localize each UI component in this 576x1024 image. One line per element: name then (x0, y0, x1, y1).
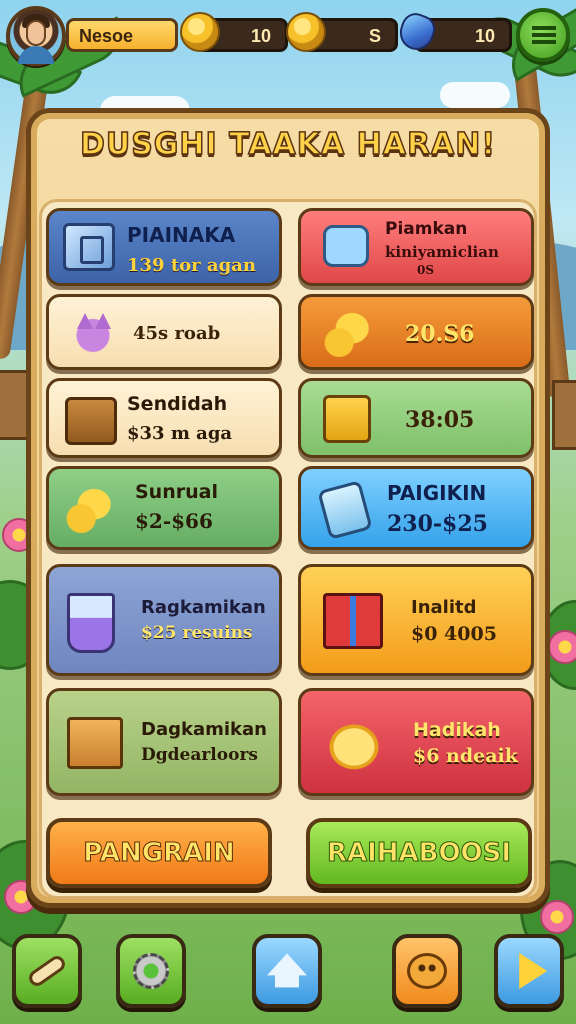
flower (540, 900, 574, 934)
offer-card[interactable]: PAIGIKIN 230-$25 (298, 466, 534, 550)
gift-icon (323, 593, 383, 649)
offer-title: Piamkan (385, 219, 468, 239)
panel-title: DUSGHI TAAKA HARAN! (79, 126, 497, 163)
offer-card[interactable]: Sendidah $33 m aga (46, 378, 282, 458)
nav-pet-button[interactable] (392, 934, 462, 1008)
flower (548, 630, 576, 664)
offer-subtitle: kiniyamiclian (385, 243, 499, 261)
scroll-icon (26, 952, 68, 990)
coins-icon (321, 309, 373, 357)
play-icon (519, 953, 548, 989)
menu-icon (532, 26, 556, 44)
offer-note: 0S (417, 263, 435, 277)
offer-card[interactable]: PIAINAKA 139 tor agan (46, 208, 282, 286)
offer-price: $25 resuins (141, 623, 253, 643)
gold-coin-icon (286, 12, 326, 52)
raihaboosi-button[interactable]: RAIHABOOSI (306, 818, 532, 888)
offer-card[interactable]: Dagkamikan Dgdearloors (46, 688, 282, 796)
jar-icon (317, 480, 373, 540)
offer-card[interactable]: Hadikah $6 ndeaik (298, 688, 534, 796)
offer-card[interactable]: Piamkan kiniyamiclian 0S (298, 208, 534, 286)
nav-settings-button[interactable] (116, 934, 186, 1008)
offer-card[interactable]: Sunrual $2-$66 (46, 466, 282, 550)
top-hud: Nesoe 10 S 10 (0, 0, 576, 76)
cat-icon (67, 309, 119, 357)
offer-subtitle: Dgdearloors (141, 745, 258, 765)
coin-icon (180, 12, 220, 52)
gear-icon (133, 953, 169, 989)
offer-price: $0 4005 (411, 623, 497, 645)
camera-icon (323, 225, 369, 267)
offer-title: Sendidah (127, 393, 228, 415)
offer-price: $2-$66 (135, 509, 213, 533)
offer-title: PIAINAKA (127, 223, 236, 247)
offer-card[interactable]: 45s roab (46, 294, 282, 370)
player-avatar[interactable] (6, 6, 66, 66)
offer-title: Hadikah (413, 719, 501, 741)
safe-icon (63, 223, 115, 271)
home-icon (267, 953, 307, 988)
cloud (440, 82, 510, 108)
crate-icon (67, 717, 123, 769)
offer-card[interactable]: Ragkamikan $25 resuins (46, 564, 282, 676)
gold-icon (319, 715, 389, 773)
hut (552, 380, 576, 450)
offer-title: Inalitd (411, 597, 477, 618)
coins-icon (63, 485, 115, 533)
menu-button[interactable] (516, 8, 570, 62)
avatar-body (18, 46, 54, 64)
player-name: Nesoe (66, 18, 178, 52)
nav-scroll-button[interactable] (12, 934, 82, 1008)
offer-title: PAIGIKIN (387, 481, 487, 505)
offer-price: 20.S6 (405, 321, 475, 347)
offer-price: 45s roab (133, 323, 221, 344)
box-icon (323, 395, 371, 443)
offer-price: $33 m aga (127, 423, 233, 444)
offer-price: 230-$25 (387, 511, 488, 537)
nav-play-button[interactable] (494, 934, 564, 1008)
pet-icon (407, 953, 447, 989)
cup-icon (67, 593, 115, 653)
offer-price: 38:05 (405, 407, 475, 433)
offer-card[interactable]: Inalitd $0 4005 (298, 564, 534, 676)
offer-price: $6 ndeaik (413, 745, 518, 767)
avatar-face (26, 20, 46, 46)
pangrain-button[interactable]: PANGRAIN (46, 818, 272, 888)
offer-card[interactable]: 38:05 (298, 378, 534, 458)
nav-home-button[interactable] (252, 934, 322, 1008)
offer-price: 139 tor agan (127, 255, 256, 276)
offer-title: Dagkamikan (141, 719, 267, 740)
offer-title: Sunrual (135, 481, 218, 503)
offer-title: Ragkamikan (141, 597, 266, 618)
offer-card[interactable]: 20.S6 (298, 294, 534, 370)
chest-icon (65, 397, 117, 445)
